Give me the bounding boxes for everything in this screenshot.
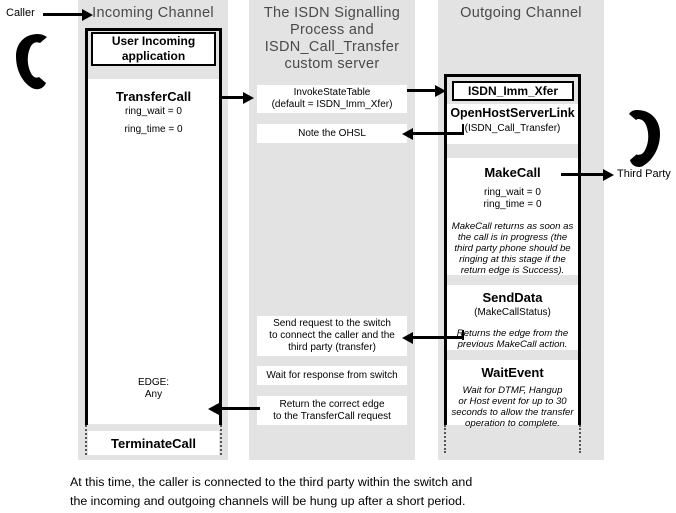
terminate-call-box[interactable]: TerminateCall bbox=[88, 431, 219, 455]
wait-event-note-line4: operation to complete. bbox=[465, 418, 560, 429]
send-data-note-line1: Returns the edge from the bbox=[456, 328, 569, 339]
transfer-call-ring-wait: ring_wait = 0 bbox=[125, 106, 182, 117]
diagram-canvas: Incoming Channel The ISDN Signalling Pro… bbox=[0, 0, 676, 513]
wait-event-note-line2: or Host event for up to 30 bbox=[458, 396, 567, 407]
third-party-label: Third Party bbox=[617, 168, 671, 180]
invokestate-to-isdnimmxfer-line bbox=[407, 89, 438, 92]
send-data-title: SendData bbox=[482, 290, 543, 305]
caption-line2: the incoming and outgoing channels will … bbox=[70, 494, 466, 508]
open-host-server-link-sub: (ISDN_Call_Transfer) bbox=[464, 123, 561, 134]
wait-for-response-box[interactable]: Wait for response from switch bbox=[257, 366, 407, 385]
send-request-line1: Send request to the switch bbox=[273, 318, 391, 329]
send-request-line3: third party (transfer) bbox=[288, 342, 376, 353]
wait-event-note-line1: Wait for DTMF, Hangup bbox=[462, 385, 563, 396]
return-correct-edge-box[interactable]: Return the correct edge to the TransferC… bbox=[257, 396, 407, 425]
isdn-imm-xfer-label: ISDN_Imm_Xfer bbox=[467, 83, 559, 98]
transfer-call-title: TransferCall bbox=[115, 89, 192, 104]
invoke-state-table-line1: InvokeStateTable bbox=[293, 87, 371, 98]
make-call-box[interactable]: MakeCall ring_wait = 0 ring_time = 0 Mak… bbox=[447, 158, 578, 276]
ohsl-to-note-head bbox=[402, 128, 413, 140]
transfer-call-ring-time: ring_time = 0 bbox=[124, 124, 183, 135]
make-call-ring-time: ring_time = 0 bbox=[483, 199, 542, 210]
transfer-call-box[interactable]: TransferCall ring_wait = 0 ring_time = 0… bbox=[88, 79, 219, 424]
send-data-box[interactable]: SendData (MakeCallStatus) Returns the ed… bbox=[447, 285, 578, 350]
caption-line1: At this time, the caller is connected to… bbox=[70, 475, 473, 489]
make-call-note-line3: third party phone should be bbox=[454, 243, 571, 254]
column-middle-title-line2: Process and bbox=[290, 22, 374, 38]
invokestate-to-isdnimmxfer-head bbox=[435, 85, 446, 97]
make-call-ring-wait: ring_wait = 0 bbox=[484, 187, 541, 198]
returnedge-to-transfercall-line bbox=[218, 407, 260, 410]
caller-phone-handset-icon bbox=[16, 34, 47, 90]
open-host-server-link-box[interactable]: OpenHostServerLink (ISDN_Call_Transfer) bbox=[447, 104, 578, 144]
send-request-to-switch-box[interactable]: Send request to the switch to connect th… bbox=[257, 316, 407, 356]
column-middle-title-line4: custom server bbox=[284, 56, 380, 72]
third-party-phone-handset-icon bbox=[629, 110, 660, 168]
return-correct-edge-line2: to the TransferCall request bbox=[273, 410, 391, 422]
column-middle-title: The ISDN Signalling Process and ISDN_Cal… bbox=[249, 5, 415, 73]
wait-for-response-label: Wait for response from switch bbox=[266, 369, 398, 381]
ohsl-to-note-stub bbox=[462, 124, 464, 134]
isdn-imm-xfer-box[interactable]: ISDN_Imm_Xfer bbox=[452, 81, 574, 101]
note-the-ohsl-label: Note the OHSL bbox=[298, 127, 366, 139]
wait-event-box[interactable]: WaitEvent Wait for DTMF, Hangup or Host … bbox=[447, 360, 578, 429]
transfercall-to-invokestate-head bbox=[243, 92, 254, 104]
third-party-arrow-line bbox=[561, 173, 606, 176]
senddata-to-sendrequest-head bbox=[402, 332, 413, 344]
senddata-to-sendrequest-line bbox=[412, 336, 464, 339]
caller-arrow-head bbox=[82, 9, 93, 21]
make-call-note-line4: ringing at this stage if the bbox=[459, 254, 566, 265]
returnedge-to-transfercall-head bbox=[208, 403, 219, 415]
senddata-to-sendrequest-stub bbox=[462, 330, 464, 340]
caller-arrow-line bbox=[43, 13, 85, 16]
column-isdn-signalling-process: The ISDN Signalling Process and ISDN_Cal… bbox=[249, 0, 415, 460]
invoke-state-table-box[interactable]: InvokeStateTable (default = ISDN_Imm_Xfe… bbox=[257, 85, 407, 113]
send-data-sub: (MakeCallStatus) bbox=[474, 307, 551, 318]
column-middle-title-line3: ISDN_Call_Transfer bbox=[264, 39, 400, 55]
third-party-arrow-head bbox=[603, 169, 614, 181]
make-call-note-line1: MakeCall returns as soon as bbox=[451, 221, 574, 232]
send-data-note-line2: previous MakeCall action. bbox=[457, 339, 568, 350]
make-call-title: MakeCall bbox=[484, 165, 541, 180]
transfer-call-edge-value: Any bbox=[144, 389, 163, 400]
caption: At this time, the caller is connected to… bbox=[70, 473, 650, 511]
make-call-note-line2: the call is in progress (the bbox=[457, 232, 568, 243]
send-request-line2: to connect the caller and the bbox=[269, 330, 395, 341]
note-the-ohsl-box[interactable]: Note the OHSL bbox=[257, 124, 407, 143]
invoke-state-table-line2: (default = ISDN_Imm_Xfer) bbox=[271, 99, 393, 110]
user-incoming-application-box[interactable]: User Incoming application bbox=[91, 32, 216, 66]
caller-label: Caller bbox=[6, 7, 35, 19]
transfer-call-edge-label: EDGE: bbox=[137, 377, 170, 388]
wait-event-title: WaitEvent bbox=[481, 365, 544, 380]
wait-event-note-line3: seconds to allow the transfer bbox=[451, 407, 574, 418]
return-correct-edge-line1: Return the correct edge bbox=[279, 398, 385, 410]
open-host-server-link-title: OpenHostServerLink bbox=[450, 106, 575, 120]
user-incoming-application-label: User Incoming application bbox=[111, 34, 196, 63]
outgoing-channel-frame-dashed bbox=[444, 425, 581, 453]
column-incoming-title: Incoming Channel bbox=[92, 5, 214, 21]
ohsl-to-note-line bbox=[412, 132, 464, 135]
terminate-call-label: TerminateCall bbox=[110, 435, 196, 451]
column-middle-title-line1: The ISDN Signalling bbox=[263, 5, 401, 21]
make-call-note-line5: return edge is Success). bbox=[460, 265, 565, 276]
column-outgoing-title: Outgoing Channel bbox=[460, 5, 582, 21]
